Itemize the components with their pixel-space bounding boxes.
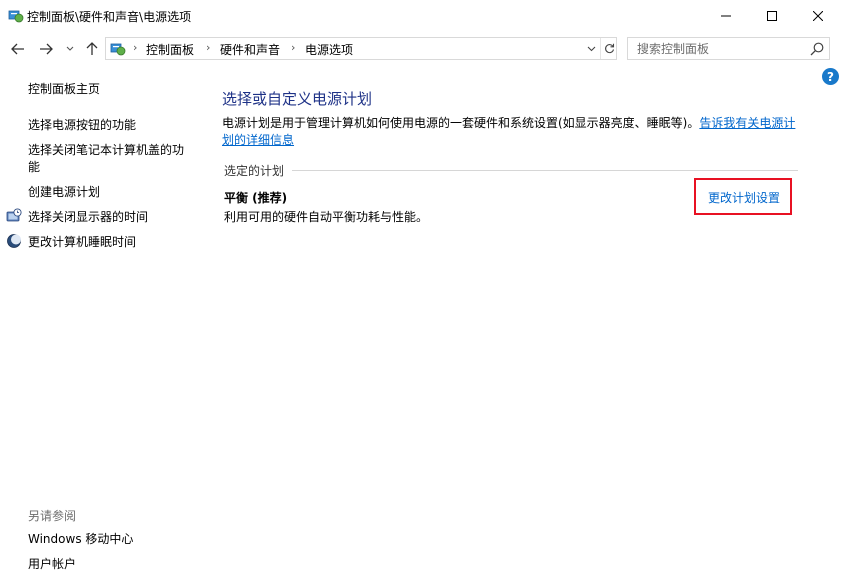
monitor-clock-icon: [6, 208, 22, 222]
maximize-button[interactable]: [749, 0, 795, 32]
change-plan-settings-link[interactable]: 更改计划设置: [708, 189, 780, 206]
address-bar[interactable]: › 控制面板 › 硬件和声音 › 电源选项: [105, 37, 617, 60]
close-icon: [813, 11, 823, 21]
breadcrumb-item[interactable]: 电源选项: [305, 41, 353, 58]
moon-icon: [7, 234, 21, 248]
sidebar-item-display-off[interactable]: 选择关闭显示器的时间: [28, 209, 148, 226]
forward-button[interactable]: [34, 38, 58, 60]
title-bar: 控制面板\硬件和声音\电源选项: [0, 0, 841, 32]
refresh-icon: [604, 43, 614, 54]
search-input[interactable]: [628, 38, 808, 59]
breadcrumb-separator: ›: [133, 41, 138, 54]
description-text: 电源计划是用于管理计算机如何使用电源的一套硬件和系统设置(如显示器亮度、睡眠等)…: [222, 116, 700, 130]
breadcrumb-separator: ›: [291, 41, 296, 54]
sidebar-item-sleep[interactable]: 更改计算机睡眠时间: [28, 234, 136, 251]
window-title: 控制面板\硬件和声音\电源选项: [27, 10, 192, 24]
chevron-down-icon: [587, 46, 595, 51]
breadcrumb-item[interactable]: 硬件和声音: [220, 41, 280, 58]
minimize-button[interactable]: [703, 0, 749, 32]
sidebar-item-home[interactable]: 控制面板主页: [28, 81, 100, 98]
see-also-user-accounts[interactable]: 用户帐户: [28, 556, 76, 573]
address-dropdown-button[interactable]: [583, 38, 599, 59]
refresh-button[interactable]: [600, 38, 617, 59]
page-title: 选择或自定义电源计划: [222, 90, 373, 108]
see-also-heading: 另请参阅: [28, 509, 77, 523]
sidebar-item-power-button[interactable]: 选择电源按钮的功能: [28, 117, 136, 134]
chevron-down-icon: [66, 46, 74, 51]
search-icon[interactable]: [809, 41, 825, 57]
arrow-up-icon: [86, 42, 98, 55]
section-divider: [292, 170, 798, 171]
page-description: 电源计划是用于管理计算机如何使用电源的一套硬件和系统设置(如显示器亮度、睡眠等)…: [222, 115, 807, 149]
back-button[interactable]: [6, 38, 30, 60]
sidebar-item-lid-close[interactable]: 选择关闭笔记本计算机盖的功能: [28, 142, 193, 176]
see-also-mobility-center[interactable]: Windows 移动中心: [28, 531, 133, 548]
selected-plan-heading: 选定的计划: [224, 164, 285, 178]
up-button[interactable]: [80, 38, 104, 60]
arrow-left-icon: [11, 43, 24, 55]
recent-locations-button[interactable]: [62, 38, 78, 60]
breadcrumb-separator: ›: [206, 41, 211, 54]
control-panel-icon: [8, 10, 24, 23]
close-button[interactable]: [795, 0, 841, 32]
maximize-icon: [767, 11, 777, 21]
control-panel-icon: [110, 43, 126, 56]
search-box[interactable]: [627, 37, 830, 60]
sidebar-item-create-plan[interactable]: 创建电源计划: [28, 184, 100, 201]
help-icon[interactable]: ?: [822, 68, 839, 85]
plan-description: 利用可用的硬件自动平衡功耗与性能。: [224, 210, 429, 224]
minimize-icon: [721, 15, 731, 17]
breadcrumb-item[interactable]: 控制面板: [146, 41, 194, 58]
arrow-right-icon: [40, 43, 53, 55]
plan-name: 平衡 (推荐): [224, 191, 288, 205]
